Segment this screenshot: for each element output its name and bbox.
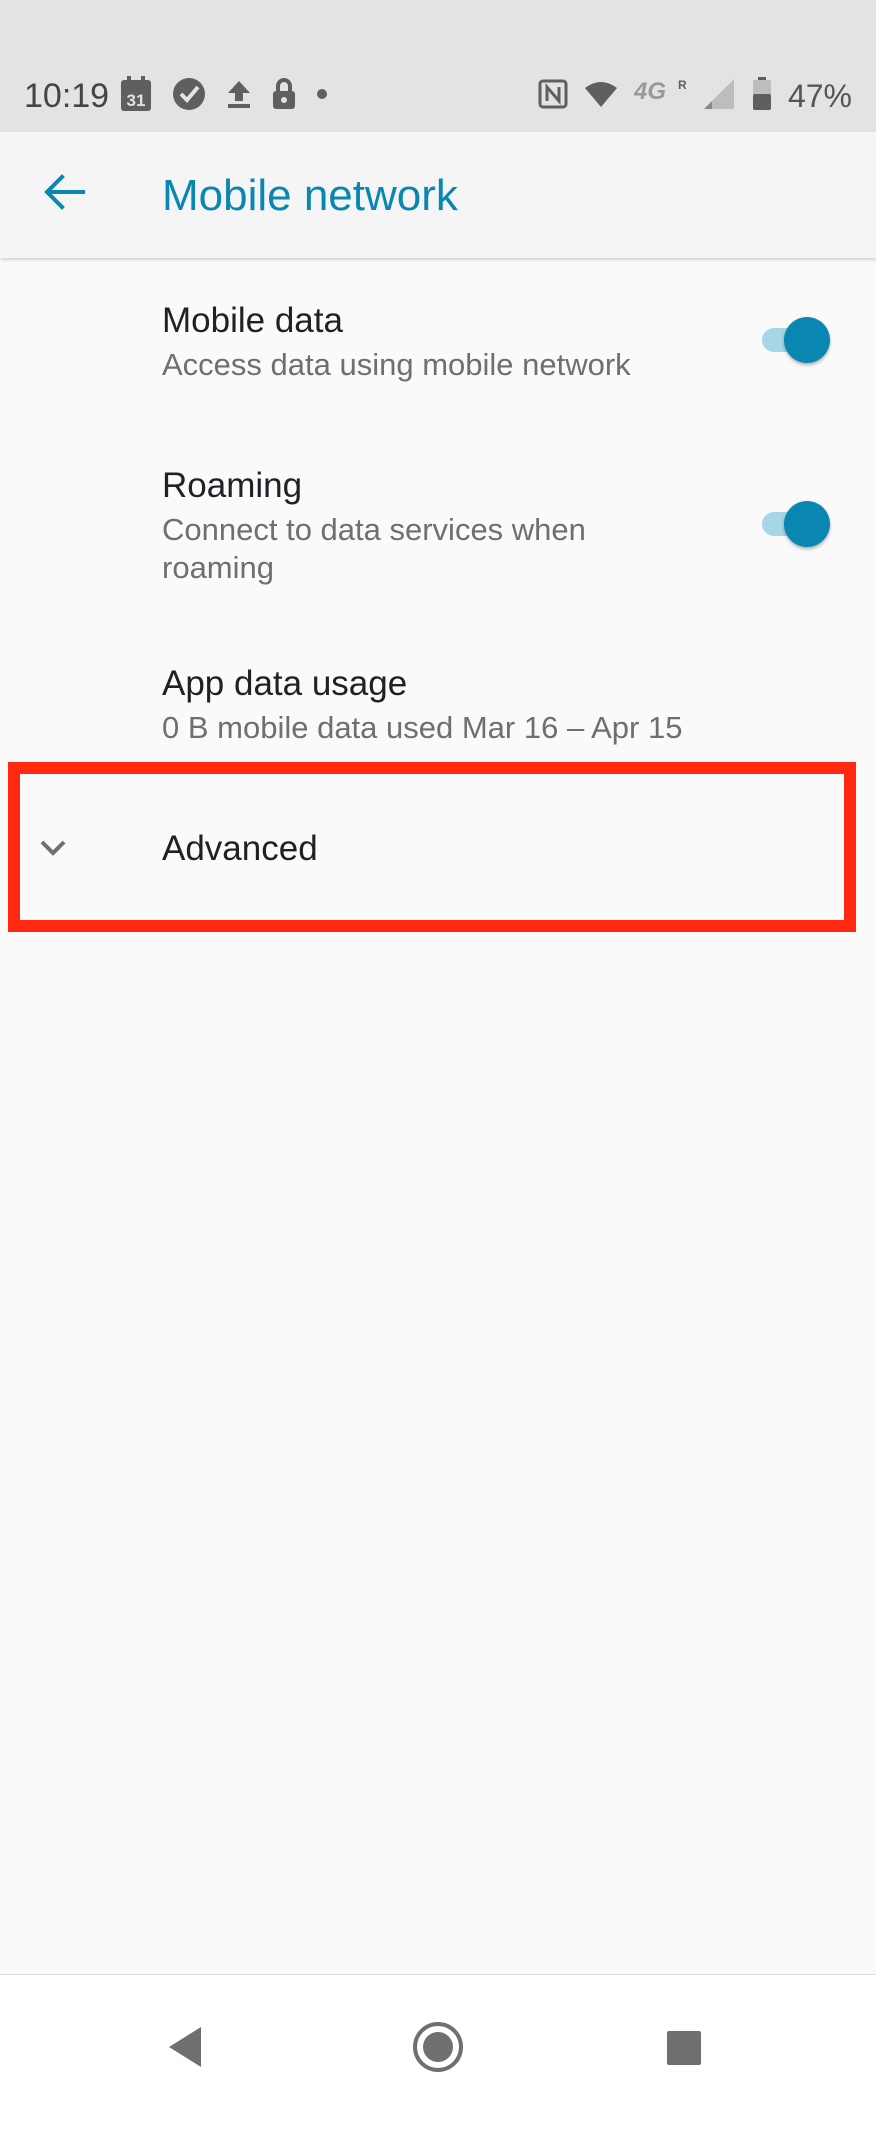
calendar-day-text: 31 <box>127 91 146 110</box>
signal-icon <box>702 77 736 116</box>
app-bar: Mobile network <box>0 132 876 258</box>
back-icon <box>165 2027 205 2073</box>
roaming-preference[interactable]: Roaming Connect to data services when ro… <box>0 445 876 605</box>
home-icon <box>412 2022 464 2077</box>
navigation-bar <box>0 1974 876 2143</box>
roaming-indicator-text: R <box>678 78 686 92</box>
battery-percent: 47% <box>787 77 852 114</box>
nfc-icon <box>538 79 568 114</box>
toggle-thumb <box>784 317 830 363</box>
battery-icon <box>752 76 772 116</box>
mobile-data-toggle[interactable] <box>758 317 830 363</box>
arrow-back-icon <box>43 173 85 215</box>
nav-recents-button[interactable] <box>665 2029 703 2072</box>
recents-icon <box>665 2031 703 2071</box>
mobile-data-preference[interactable]: Mobile data Access data using mobile net… <box>0 280 876 410</box>
app-data-usage-summary: 0 B mobile data used Mar 16 – Apr 15 <box>162 710 683 745</box>
status-right-icons: 4G R 47% <box>538 76 852 116</box>
highlight-box <box>8 762 856 932</box>
roaming-title: Roaming <box>162 466 303 505</box>
roaming-summary-line2: roaming <box>162 550 274 585</box>
network-type-text: 4G <box>634 78 666 105</box>
roaming-summary-line1: Connect to data services when <box>162 512 586 547</box>
back-button[interactable] <box>28 158 100 230</box>
lock-icon <box>272 77 296 115</box>
toggle-thumb <box>784 501 830 547</box>
nav-back-button[interactable] <box>165 2025 205 2074</box>
status-left-icons: 31 <box>120 75 328 117</box>
check-circle-icon <box>172 77 206 116</box>
upload-icon <box>226 79 252 114</box>
app-data-usage-preference[interactable]: App data usage 0 B mobile data used Mar … <box>0 643 876 763</box>
mobile-data-title: Mobile data <box>162 301 343 340</box>
app-data-usage-title: App data usage <box>162 664 408 703</box>
network-4g-icon: 4G R <box>633 77 687 116</box>
nav-home-button[interactable] <box>412 2021 464 2078</box>
status-bar: 10:19 31 4G R 47% <box>0 0 876 132</box>
dot-icon <box>316 87 328 105</box>
mobile-data-summary: Access data using mobile network <box>162 347 631 382</box>
calendar-icon: 31 <box>120 75 152 117</box>
status-time: 10:19 <box>24 77 110 115</box>
roaming-toggle[interactable] <box>758 501 830 547</box>
wifi-icon <box>584 80 618 113</box>
page-title: Mobile network <box>162 171 458 220</box>
